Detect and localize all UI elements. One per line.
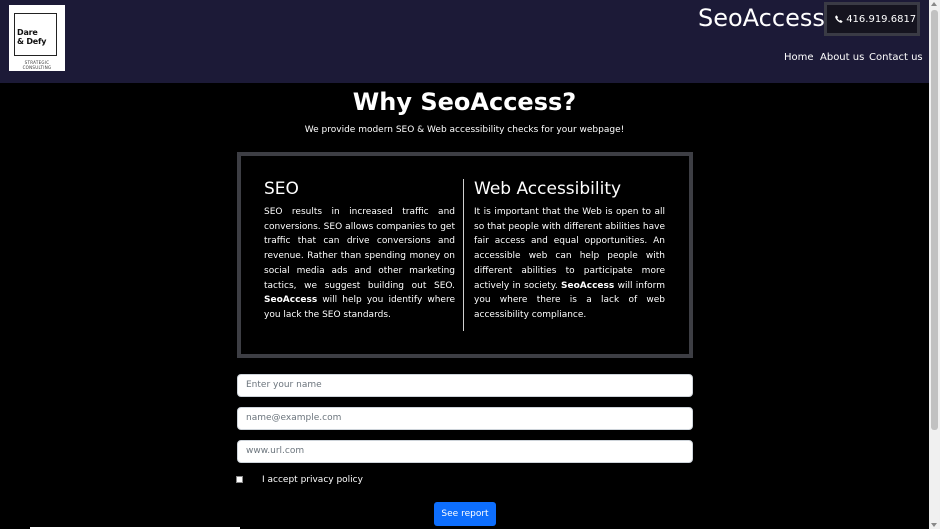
privacy-checkbox[interactable] xyxy=(236,476,243,483)
email-input[interactable]: name@example.com xyxy=(237,407,693,430)
nav-home[interactable]: Home xyxy=(784,52,814,63)
privacy-label: I accept privacy policy xyxy=(262,475,363,485)
column-divider xyxy=(463,179,464,331)
page-title: Why SeoAccess? xyxy=(352,88,577,116)
logo-text-line1: Dare xyxy=(17,28,38,37)
seo-description: SEO results in increased traffic and con… xyxy=(264,205,455,323)
scroll-up-arrow-icon[interactable] xyxy=(931,2,937,6)
accessibility-heading: Web Accessibility xyxy=(474,179,622,199)
nav-about-us[interactable]: About us xyxy=(820,52,864,63)
url-input[interactable]: www.url.com xyxy=(237,440,693,463)
accessibility-description: It is important that the Web is open to … xyxy=(474,205,665,323)
page-subtitle: We provide modern SEO & Web accessibilit… xyxy=(304,125,625,135)
seo-heading: SEO xyxy=(264,179,299,199)
seo-brand-mention: SeoAccess xyxy=(264,295,318,306)
brand-title: SeoAccess xyxy=(698,4,825,32)
header: Dare & Defy STRATEGIC CONSULTING SeoAcce… xyxy=(0,0,929,83)
company-logo[interactable]: Dare & Defy STRATEGIC CONSULTING xyxy=(9,5,65,71)
scroll-down-arrow-icon[interactable] xyxy=(931,523,937,527)
scroll-thumb[interactable] xyxy=(931,10,938,430)
seo-text-start: SEO results in increased traffic and con… xyxy=(264,207,455,291)
page-scrollbar[interactable] xyxy=(929,0,940,529)
name-input[interactable]: Enter your name xyxy=(237,374,693,397)
phone-button[interactable]: 416.919.6817 xyxy=(824,2,920,36)
see-report-button[interactable]: See report xyxy=(434,502,496,526)
phone-icon xyxy=(835,14,846,25)
nav-contact-us[interactable]: Contact us xyxy=(869,52,923,63)
accessibility-text-start: It is important that the Web is open to … xyxy=(474,207,665,291)
logo-subtext-line2: CONSULTING xyxy=(22,65,52,70)
logo-text-line2: & Defy xyxy=(17,37,47,46)
phone-number: 416.919.6817 xyxy=(835,14,916,25)
accessibility-brand-mention: SeoAccess xyxy=(561,280,615,291)
phone-text: 416.919.6817 xyxy=(846,14,917,25)
